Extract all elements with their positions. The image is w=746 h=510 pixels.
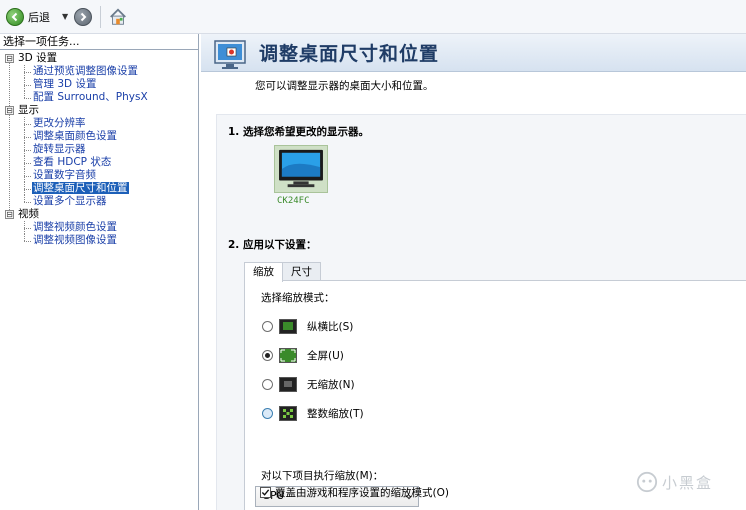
section-select-display-label: 1. 选择您希望更改的显示器。 <box>228 126 369 138</box>
toolbar: 后退 ▼ <box>0 0 746 34</box>
tree-category-3d-settings[interactable]: ⊟ 3D 设置 <box>0 52 198 65</box>
watermark-logo-icon <box>636 471 658 493</box>
override-checkbox-label: 覆盖由游戏和程序设置的缩放模式(O) <box>275 487 449 499</box>
no-scaling-icon <box>279 376 297 392</box>
tree-item-desktop-color[interactable]: 调整桌面颜色设置 <box>0 130 198 143</box>
aspect-ratio-icon <box>279 318 297 334</box>
option-label: 整数缩放(T) <box>307 407 364 420</box>
display-name: CK24FC <box>277 196 310 206</box>
scaling-option-integer-scaling[interactable]: 整数缩放(T) <box>262 405 364 421</box>
watermark: 小黑盒 <box>636 471 713 493</box>
perform-scaling-on-label: 对以下项目执行缩放(M)： <box>261 470 384 482</box>
collapse-icon[interactable]: ⊟ <box>5 106 14 115</box>
sidebar-header: 选择一项任务... <box>0 34 198 50</box>
checkmark-icon <box>261 489 270 496</box>
tree-item-hdcp-status[interactable]: 查看 HDCP 状态 <box>0 156 198 169</box>
scaling-option-aspect-ratio[interactable]: 纵横比(S) <box>262 318 353 334</box>
tree-item-video-image[interactable]: 调整视频图像设置 <box>0 234 198 247</box>
tree-item-video-color[interactable]: 调整视频颜色设置 <box>0 221 198 234</box>
watermark-text: 小黑盒 <box>662 473 714 492</box>
radio-button[interactable] <box>262 407 273 419</box>
forward-arrow-icon[interactable] <box>74 7 93 26</box>
tree-item-desktop-size-position[interactable]: 调整桌面尺寸和位置 <box>0 182 198 195</box>
page-title: 调整桌面尺寸和位置 <box>259 43 440 65</box>
radio-button[interactable] <box>262 378 273 390</box>
scaling-option-full-screen[interactable]: 全屏(U) <box>262 347 344 363</box>
override-scaling-row[interactable]: 覆盖由游戏和程序设置的缩放模式(O) <box>260 485 449 500</box>
main-content: 调整桌面尺寸和位置 您可以调整显示器的桌面大小和位置。 1. 选择您希望更改的显… <box>201 34 746 510</box>
tree-item-multiple-displays[interactable]: 设置多个显示器 <box>0 195 198 208</box>
radio-button-selected[interactable] <box>262 349 273 361</box>
settings-tabs: 缩放 尺寸 <box>244 262 321 282</box>
back-label: 后退 <box>28 10 50 24</box>
option-label: 纵横比(S) <box>307 320 354 333</box>
category-label: 视频 <box>18 208 39 220</box>
tree-item-manage-3d[interactable]: 管理 3D 设置 <box>0 78 198 91</box>
tab-scaling[interactable]: 缩放 <box>244 262 283 282</box>
display-tile[interactable] <box>274 145 328 193</box>
tree-category-video[interactable]: ⊟ 视频 <box>0 208 198 221</box>
integer-scaling-icon <box>279 405 297 421</box>
task-sidebar: 选择一项任务... ⊟ 3D 设置 通过预览调整图像设置 管理 3D 设置 配置… <box>0 34 199 510</box>
page-banner: 调整桌面尺寸和位置 <box>201 34 746 72</box>
task-tree: ⊟ 3D 设置 通过预览调整图像设置 管理 3D 设置 配置 Surround、… <box>0 50 198 247</box>
option-label: 无缩放(N) <box>307 378 355 391</box>
tree-item-change-resolution[interactable]: 更改分辨率 <box>0 117 198 130</box>
full-screen-icon <box>279 347 297 363</box>
option-label: 全屏(U) <box>307 349 344 362</box>
toolbar-separator <box>100 5 102 28</box>
dropdown-arrow-icon[interactable]: ▼ <box>62 12 68 21</box>
monitor-icon <box>279 149 323 188</box>
section-apply-settings-label: 2. 应用以下设置： <box>228 239 317 251</box>
radio-button[interactable] <box>262 320 273 332</box>
tree-item-surround-physx[interactable]: 配置 Surround、PhysX <box>0 91 198 104</box>
desktop-size-icon <box>213 38 249 70</box>
collapse-icon[interactable]: ⊟ <box>5 210 14 219</box>
scaling-option-no-scaling[interactable]: 无缩放(N) <box>262 376 355 392</box>
scaling-mode-label: 选择缩放模式： <box>261 292 335 304</box>
page-subtitle: 您可以调整显示器的桌面大小和位置。 <box>255 80 434 92</box>
category-label: 3D 设置 <box>18 52 58 64</box>
home-icon[interactable] <box>107 6 129 28</box>
tree-item-digital-audio[interactable]: 设置数字音频 <box>0 169 198 182</box>
tree-category-display[interactable]: ⊟ 显示 <box>0 104 198 117</box>
override-checkbox[interactable] <box>260 487 271 498</box>
back-arrow-icon <box>6 7 24 26</box>
tree-item-image-preview[interactable]: 通过预览调整图像设置 <box>0 65 198 78</box>
collapse-icon[interactable]: ⊟ <box>5 54 14 63</box>
tree-item-rotate-display[interactable]: 旋转显示器 <box>0 143 198 156</box>
back-button[interactable]: 后退 <box>6 5 50 29</box>
tab-size[interactable]: 尺寸 <box>282 262 321 281</box>
category-label: 显示 <box>18 104 39 116</box>
